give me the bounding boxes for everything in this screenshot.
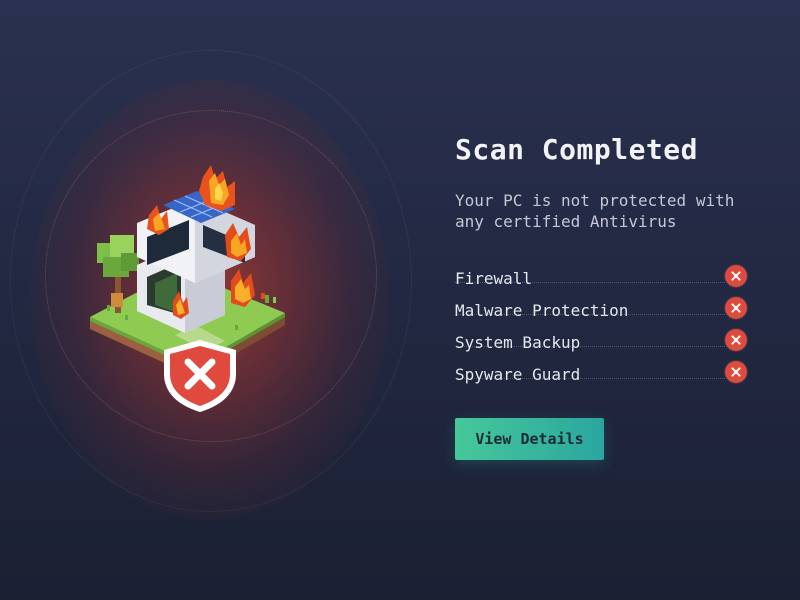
scan-result-panel: Scan Completed Your PC is not protected … <box>455 130 775 460</box>
x-circle-icon <box>725 297 747 319</box>
dotted-leader <box>455 346 725 347</box>
dotted-leader <box>455 378 725 379</box>
scan-subtitle: Your PC is not protected with any certif… <box>455 191 735 231</box>
check-item-spyware-guard: Spyware Guard <box>455 358 775 390</box>
protection-checklist: Firewall Malware Protection System Backu… <box>455 262 775 390</box>
shield-x-icon <box>160 338 240 414</box>
check-label: Malware Protection <box>455 300 629 320</box>
dotted-leader <box>455 282 725 283</box>
page-title: Scan Completed <box>455 133 699 166</box>
check-item-malware-protection: Malware Protection <box>455 294 775 326</box>
x-circle-icon <box>725 265 747 287</box>
check-item-firewall: Firewall <box>455 262 775 294</box>
dotted-leader <box>455 314 725 315</box>
view-details-button[interactable]: View Details <box>455 418 604 460</box>
check-item-system-backup: System Backup <box>455 326 775 358</box>
check-label: Firewall <box>455 268 533 288</box>
x-circle-icon <box>725 361 747 383</box>
check-label: Spyware Guard <box>455 364 581 384</box>
check-label: System Backup <box>455 332 581 352</box>
x-circle-icon <box>725 329 747 351</box>
